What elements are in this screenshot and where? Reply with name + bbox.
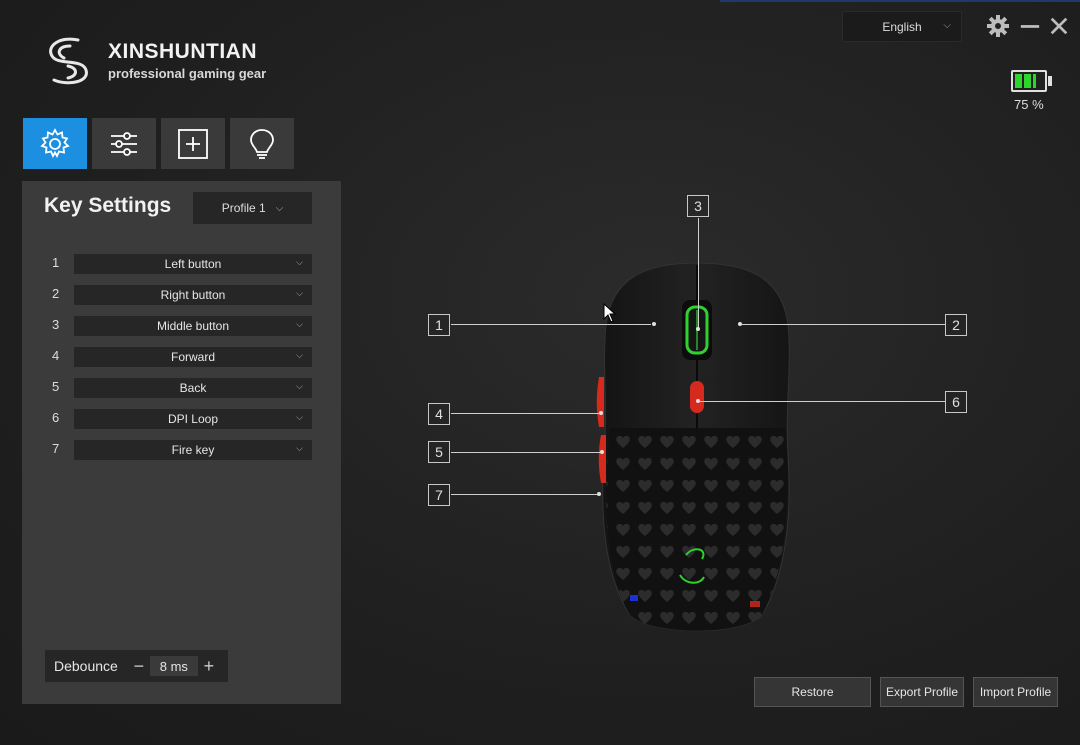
cursor-arrow-icon [603,303,617,323]
key-number: 7 [52,441,60,456]
tab-performance[interactable] [92,118,156,169]
tab-lighting[interactable] [230,118,294,169]
key-action: Forward [170,350,215,364]
key-action-select-1[interactable]: Left button ⌵ [74,254,312,274]
key-action-select-6[interactable]: DPI Loop ⌵ [74,409,312,429]
key-row-5: 5 Back ⌵ [22,378,341,398]
profile-value: Profile 1 [221,201,266,215]
brand-name: XINSHUNTIAN [108,39,258,63]
language-value: English [882,19,922,34]
key-number: 5 [52,379,60,394]
debounce-value: 8 ms [149,656,198,676]
callout-7: 7 [428,484,450,506]
key-action-select-4[interactable]: Forward ⌵ [74,347,312,367]
key-number: 6 [52,410,60,425]
key-action: Fire key [171,443,215,457]
key-number: 2 [52,286,60,301]
key-action: Right button [160,288,226,302]
tab-key-settings[interactable] [23,118,87,169]
close-icon[interactable] [1047,14,1071,38]
key-settings-panel: Key Settings Profile 1 ⌵ 1 Left button ⌵ … [22,181,341,704]
key-number: 1 [52,255,60,270]
callout-4: 4 [428,403,450,425]
main-tabs [23,118,294,169]
callout-2: 2 [945,314,967,336]
sliders-icon [111,131,137,156]
chevron-down-icon: ⌵ [296,443,303,453]
plus-box-icon [178,128,208,159]
callout-6: 6 [945,391,967,413]
chevron-down-icon: ⌵ [296,381,303,391]
debounce-decrease-button[interactable]: − [130,656,148,677]
callout-5: 5 [428,441,450,463]
gear-icon [40,127,70,158]
chevron-down-icon: ⌵ [275,202,284,214]
debounce-increase-button[interactable]: + [200,656,218,677]
key-action-select-7[interactable]: Fire key ⌵ [74,440,312,460]
key-action-select-2[interactable]: Right button ⌵ [74,285,312,305]
battery-percent: 75 % [1014,97,1044,112]
key-action: Middle button [156,319,230,333]
key-row-1: 1 Left button ⌵ [22,254,341,274]
key-action: Back [179,381,207,395]
chevron-down-icon: ⌵ [296,350,303,360]
key-action: Left button [164,257,222,271]
debounce-label: Debounce [54,658,118,674]
callout-1: 1 [428,314,450,336]
chevron-down-icon: ⌵ [296,412,303,422]
profile-select[interactable]: Profile 1 ⌵ [193,192,312,224]
minimize-icon[interactable] [1018,14,1042,38]
lightbulb-icon [250,128,274,159]
chevron-down-icon: ⌵ [943,20,951,31]
key-row-2: 2 Right button ⌵ [22,285,341,305]
key-row-7: 7 Fire key ⌵ [22,440,341,460]
brand-tagline: professional gaming gear [108,65,267,81]
chevron-down-icon: ⌵ [296,288,303,298]
chevron-down-icon: ⌵ [296,257,303,267]
language-select[interactable]: English ⌵ [842,11,962,42]
key-row-3: 3 Middle button ⌵ [22,316,341,336]
logo: XINSHUNTIAN professional gaming gear [38,32,266,88]
panel-title: Key Settings [44,194,172,217]
key-number: 4 [52,348,60,363]
export-profile-button[interactable]: Export Profile [880,677,964,707]
key-row-6: 6 DPI Loop ⌵ [22,409,341,429]
key-number: 3 [52,317,60,332]
chevron-down-icon: ⌵ [296,319,303,329]
key-action: DPI Loop [167,412,219,426]
logo-swirl-icon [49,37,88,85]
restore-button[interactable]: Restore [754,677,871,707]
key-action-select-3[interactable]: Middle button ⌵ [74,316,312,336]
key-action-select-5[interactable]: Back ⌵ [74,378,312,398]
battery-icon [1011,70,1052,94]
battery-level [1015,74,1036,88]
debounce-control: Debounce − 8 ms + [45,650,228,682]
settings-gear-icon[interactable] [986,14,1010,38]
window-top-accent [720,0,1080,2]
tab-macro[interactable] [161,118,225,169]
import-profile-button[interactable]: Import Profile [973,677,1058,707]
callout-3: 3 [687,195,709,217]
key-row-4: 4 Forward ⌵ [22,347,341,367]
